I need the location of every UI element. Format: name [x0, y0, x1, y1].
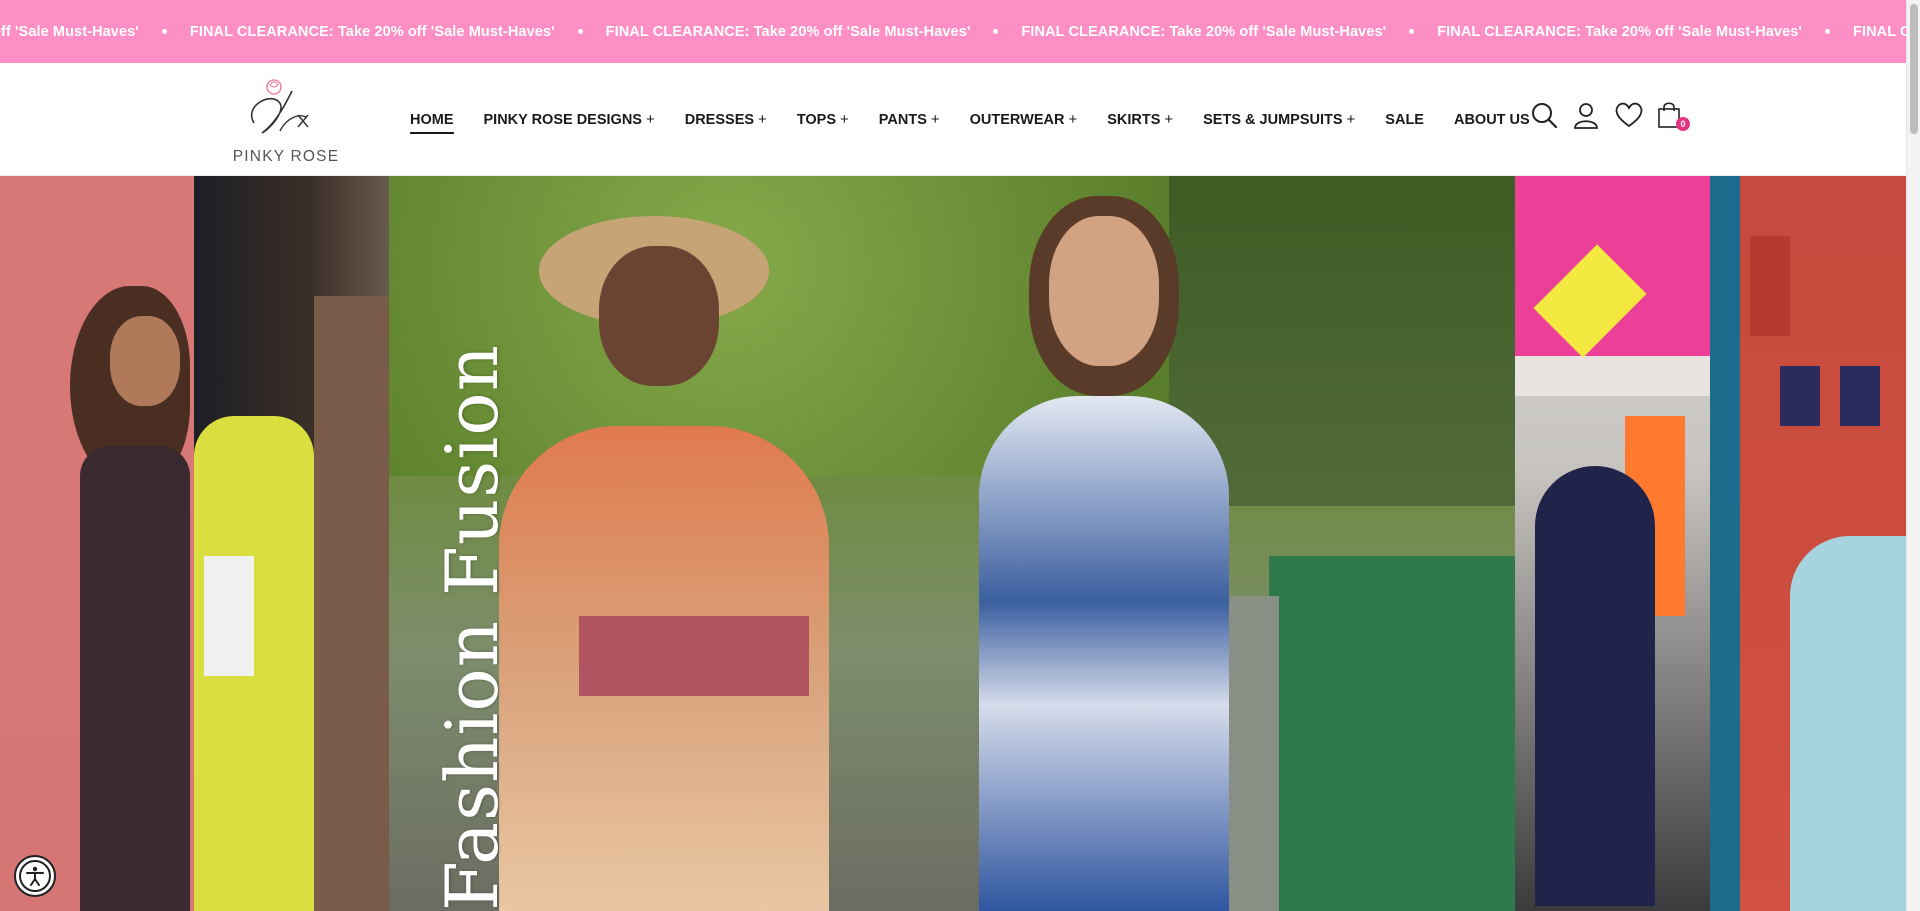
- cart-count-badge: 0: [1676, 117, 1690, 131]
- rose-logo-icon: [250, 79, 309, 134]
- nav-item-pinky-rose-designs[interactable]: PINKY ROSE DESIGNS +: [484, 111, 655, 128]
- page-scrollbar[interactable]: [1906, 0, 1920, 911]
- nav-item-skirts[interactable]: SKIRTS +: [1107, 111, 1173, 128]
- hero-photo-panel: [0, 176, 194, 911]
- search-icon[interactable]: [1530, 101, 1558, 129]
- scrollbar-thumb[interactable]: [1910, 4, 1918, 134]
- announcement-text: FINAL CLEARANCE: Take 20% off 'Sale Must…: [190, 24, 606, 40]
- nav-item-dresses[interactable]: DRESSES +: [685, 111, 767, 128]
- nav-item-tops[interactable]: TOPS +: [797, 111, 849, 128]
- announcement-text: FINAL CLEARANCE: Take 20% off 'Sale Must…: [1437, 24, 1853, 40]
- hero-title: Fashion Fusion: [430, 344, 514, 911]
- announcement-text: FINAL CLEARANCE: Take 20% off 'Sale Must…: [1021, 24, 1437, 40]
- expand-plus-icon: +: [930, 111, 940, 128]
- expand-plus-icon: +: [758, 111, 767, 128]
- nav-item-home[interactable]: HOME: [410, 112, 454, 134]
- main-nav: HOME PINKY ROSE DESIGNS + DRESSES + TOPS + …: [410, 63, 1560, 176]
- announcement-text: ake 20% off 'Sale Must-Haves': [0, 24, 190, 40]
- expand-plus-icon: +: [1068, 111, 1078, 128]
- nav-item-sets-jumpsuits[interactable]: SETS & JUMPSUITS +: [1203, 111, 1355, 128]
- account-icon[interactable]: [1572, 101, 1600, 129]
- announcement-track: ake 20% off 'Sale Must-Haves' FINAL CLEA…: [0, 0, 1906, 63]
- expand-plus-icon: +: [1346, 111, 1356, 128]
- hero-photo-panel: [1710, 176, 1906, 911]
- accessibility-button[interactable]: [14, 855, 56, 897]
- announcement-text: FINAL CLEARANCE: Take 20% off 'Sale Must…: [1852, 23, 1906, 40]
- header-icons: 0: [1530, 101, 1698, 131]
- site-logo[interactable]: PINKY ROSE: [226, 73, 346, 169]
- nav-item-about-us[interactable]: ABOUT US: [1454, 112, 1530, 128]
- expand-plus-icon: +: [1164, 111, 1174, 128]
- cart-icon[interactable]: 0: [1656, 101, 1690, 131]
- hero-photo-panel: [194, 176, 389, 911]
- expand-plus-icon: +: [840, 111, 849, 128]
- logo-wordmark: PINKY ROSE: [232, 148, 340, 165]
- announcement-bar: ake 20% off 'Sale Must-Haves' FINAL CLEA…: [0, 0, 1906, 63]
- hero-photo-panel: [1515, 176, 1710, 911]
- hero-banner[interactable]: Fashion Fusion: [0, 176, 1906, 911]
- accessibility-icon: [19, 860, 51, 892]
- nav-item-outerwear[interactable]: OUTERWEAR +: [970, 111, 1078, 128]
- nav-item-pants[interactable]: PANTS +: [879, 111, 940, 128]
- hero-photo-panel: [389, 176, 1515, 911]
- expand-plus-icon: +: [645, 111, 655, 128]
- wishlist-icon[interactable]: [1614, 101, 1643, 129]
- nav-item-sale[interactable]: SALE: [1385, 112, 1424, 128]
- site-header: PINKY ROSE HOME PINKY ROSE DESIGNS + DRES…: [0, 63, 1906, 176]
- announcement-text: FINAL CLEARANCE: Take 20% off 'Sale Must…: [606, 24, 1022, 40]
